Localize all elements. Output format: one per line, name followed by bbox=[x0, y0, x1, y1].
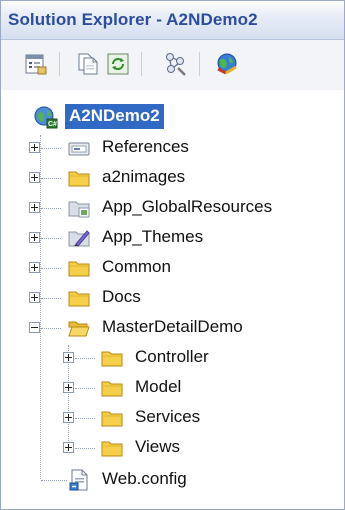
tree-line bbox=[41, 148, 61, 149]
tree-root-label: A2NDemo2 bbox=[65, 104, 164, 129]
svg-text:C#: C# bbox=[48, 121, 57, 128]
references-icon bbox=[68, 137, 90, 159]
tree-line bbox=[41, 208, 61, 209]
tree-item-app-themes[interactable]: App_Themes bbox=[1, 223, 344, 253]
tree-item-views[interactable]: Views bbox=[1, 433, 344, 463]
tree-item-model[interactable]: Model bbox=[1, 373, 344, 403]
tree-item-label: Services bbox=[135, 407, 201, 426]
tree-line bbox=[41, 480, 67, 481]
folder-icon bbox=[101, 437, 123, 459]
web-project-icon: C# bbox=[33, 104, 58, 129]
tree-item-web-config[interactable]: Web.config bbox=[1, 465, 344, 495]
copy-website-icon bbox=[162, 51, 188, 77]
tree-line bbox=[41, 298, 61, 299]
tree-item-common[interactable]: Common bbox=[1, 253, 344, 283]
config-file-icon bbox=[68, 469, 90, 491]
expand-toggle[interactable] bbox=[29, 142, 40, 153]
tree-item-label: Docs bbox=[102, 287, 141, 306]
themes-folder-icon bbox=[68, 227, 90, 249]
tree-line bbox=[41, 328, 61, 329]
refresh-icon bbox=[106, 52, 130, 76]
tree-line bbox=[75, 418, 95, 419]
toolbar bbox=[1, 40, 344, 90]
folder-icon bbox=[101, 407, 123, 429]
expand-toggle[interactable] bbox=[29, 202, 40, 213]
tree-item-label: Model bbox=[135, 377, 182, 396]
tree-line bbox=[75, 358, 95, 359]
solution-explorer-window: Solution Explorer - A2NDemo2 C# A2NDemo2… bbox=[0, 0, 345, 510]
tree-item-a2nimages[interactable]: a2nimages bbox=[1, 163, 344, 193]
global-resources-folder-icon bbox=[68, 197, 90, 219]
tree-item-label: Common bbox=[102, 257, 171, 276]
tree-item-label: MasterDetailDemo bbox=[102, 317, 243, 336]
folder-icon bbox=[68, 257, 90, 279]
folder-icon bbox=[101, 347, 123, 369]
expand-toggle[interactable] bbox=[63, 352, 74, 363]
tree-item-docs[interactable]: Docs bbox=[1, 283, 344, 313]
toolbar-separator bbox=[199, 52, 200, 76]
show-all-files-icon bbox=[76, 52, 100, 76]
expand-toggle[interactable] bbox=[29, 232, 40, 243]
aspnet-configuration-button[interactable] bbox=[213, 50, 241, 78]
window-title: Solution Explorer - A2NDemo2 bbox=[8, 10, 258, 29]
tree-line bbox=[75, 448, 95, 449]
tree-item-services[interactable]: Services bbox=[1, 403, 344, 433]
tree-item-label: Views bbox=[135, 437, 181, 456]
tree-line bbox=[41, 268, 61, 269]
refresh-button[interactable] bbox=[104, 50, 132, 78]
folder-icon bbox=[68, 287, 90, 309]
folder-icon bbox=[68, 167, 90, 189]
properties-button[interactable] bbox=[22, 50, 50, 78]
expand-toggle[interactable] bbox=[29, 292, 40, 303]
properties-icon bbox=[24, 52, 48, 76]
toolbar-separator bbox=[141, 52, 142, 76]
tree-item-label: References bbox=[102, 137, 189, 156]
expand-toggle[interactable] bbox=[29, 172, 40, 183]
tree-item-controller[interactable]: Controller bbox=[1, 343, 344, 373]
tree-line bbox=[75, 388, 95, 389]
solution-tree: C# A2NDemo2 References a2nimages App_Glo… bbox=[1, 93, 344, 509]
tree-item-label: App_GlobalResources bbox=[102, 197, 273, 216]
show-all-files-button[interactable] bbox=[74, 50, 102, 78]
copy-website-button[interactable] bbox=[161, 50, 189, 78]
aspnet-configuration-icon bbox=[214, 51, 240, 77]
tree-item-app-globalresources[interactable]: App_GlobalResources bbox=[1, 193, 344, 223]
collapse-toggle[interactable] bbox=[29, 322, 40, 333]
tree-line bbox=[41, 238, 61, 239]
open-folder-icon bbox=[68, 317, 90, 339]
tree-item-label: a2nimages bbox=[102, 167, 186, 186]
expand-toggle[interactable] bbox=[63, 412, 74, 423]
tree-root[interactable]: C# A2NDemo2 bbox=[1, 103, 344, 133]
expand-toggle[interactable] bbox=[29, 262, 40, 273]
tree-item-label: Web.config bbox=[102, 469, 187, 488]
folder-icon bbox=[101, 377, 123, 399]
tree-item-label: Controller bbox=[135, 347, 209, 366]
tree-item-references[interactable]: References bbox=[1, 133, 344, 163]
tree-item-label: App_Themes bbox=[102, 227, 204, 246]
tree-line bbox=[41, 178, 61, 179]
expand-toggle[interactable] bbox=[63, 442, 74, 453]
tree-item-masterdetaildemo[interactable]: MasterDetailDemo bbox=[1, 313, 344, 343]
title-bar: Solution Explorer - A2NDemo2 bbox=[1, 1, 344, 40]
expand-toggle[interactable] bbox=[63, 382, 74, 393]
toolbar-separator bbox=[59, 52, 60, 76]
